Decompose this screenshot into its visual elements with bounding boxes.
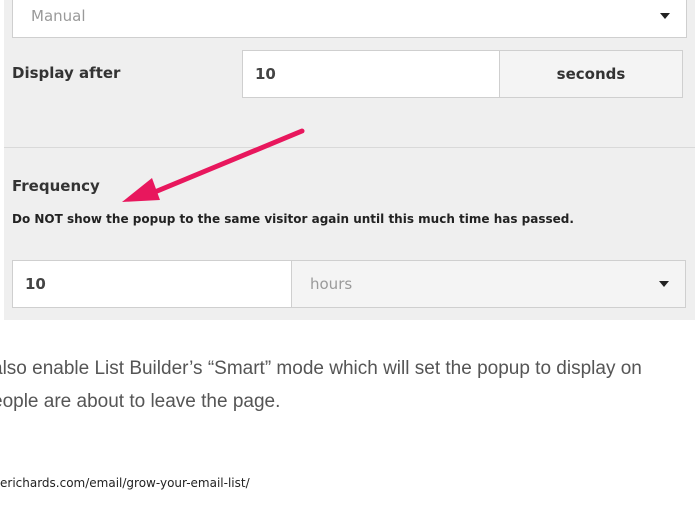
arrow-shaft: [147, 128, 305, 197]
article-paragraph: also enable List Builder’s “Smart” mode …: [0, 352, 700, 418]
source-url: erichards.com/email/grow-your-email-list…: [0, 476, 250, 490]
article-line-1: also enable List Builder’s “Smart” mode …: [0, 358, 642, 379]
arrow-head: [122, 178, 160, 202]
annotation-arrow-icon: [122, 128, 305, 202]
article-line-2: eople are about to leave the page.: [0, 391, 281, 412]
